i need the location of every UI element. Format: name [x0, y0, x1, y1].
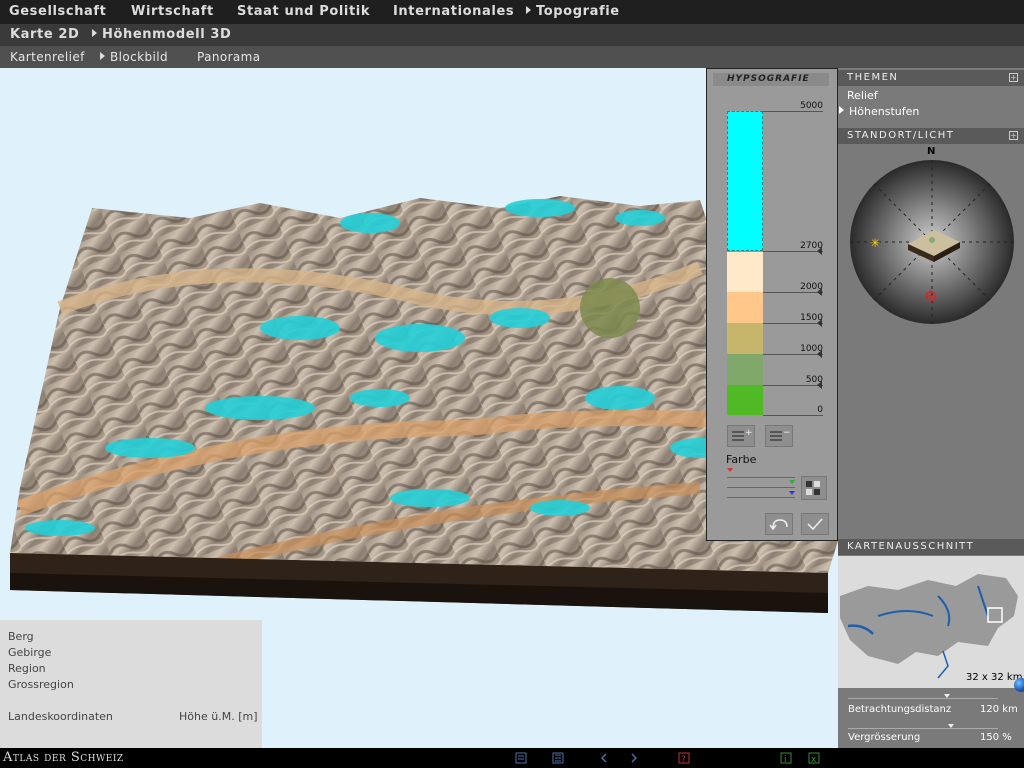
- color-band-1500-1000[interactable]: [727, 323, 763, 354]
- back-icon[interactable]: [598, 752, 610, 764]
- info-landeskoordinaten: Landeskoordinaten: [8, 710, 113, 723]
- color-slider-3[interactable]: [727, 497, 795, 498]
- expand-standort-icon[interactable]: +: [1009, 131, 1018, 140]
- level-handle-icon[interactable]: [817, 350, 822, 358]
- themen-item-hoehenstufen[interactable]: Höhenstufen: [839, 105, 919, 118]
- tab-karte-2d[interactable]: Karte 2D: [10, 27, 79, 42]
- footer-bar: Atlas der Schweiz ? i x: [0, 748, 1024, 768]
- info-icon[interactable]: i: [780, 752, 792, 764]
- info-gebirge: Gebirge: [8, 646, 52, 659]
- menu-gesellschaft[interactable]: Gesellschaft: [9, 4, 107, 19]
- svg-text:+: +: [745, 428, 753, 438]
- globe-icon[interactable]: [1014, 678, 1024, 692]
- submenu: Karte 2D Höhenmodell 3D: [0, 24, 1024, 46]
- kartenausschnitt-header: KARTENAUSSCHNITT: [838, 539, 1024, 555]
- themen-item-relief[interactable]: Relief: [847, 89, 878, 102]
- info-grossregion: Grossregion: [8, 678, 74, 691]
- info-berg: Berg: [8, 630, 34, 643]
- zoom-slider-track[interactable]: [848, 728, 998, 729]
- help-icon[interactable]: ?: [678, 752, 690, 764]
- expand-themen-icon[interactable]: +: [1009, 73, 1018, 82]
- menu-topografie[interactable]: Topografie: [526, 4, 620, 19]
- level-line: [763, 354, 823, 355]
- info-hoehe: Höhe ü.M. [m]: [179, 710, 258, 723]
- menu-wirtschaft[interactable]: Wirtschaft: [131, 4, 214, 19]
- view-mode-bar: Kartenrelief Blockbild Panorama: [0, 46, 1024, 68]
- right-sidebar: THEMEN + Relief Höhenstufen STANDORT/LIC…: [838, 68, 1024, 748]
- level-handle-icon[interactable]: [817, 319, 822, 327]
- svg-text:i: i: [784, 755, 787, 764]
- themen-header: THEMEN +: [838, 70, 1024, 86]
- tab-hoehenmodell-3d[interactable]: Höhenmodell 3D: [92, 27, 231, 42]
- level-line: [763, 292, 823, 293]
- brand-logo: Atlas der Schweiz: [3, 750, 124, 765]
- active-arrow-icon: [92, 29, 97, 37]
- standort-header: STANDORT/LICHT +: [838, 128, 1024, 144]
- color-slider-1[interactable]: [727, 477, 795, 478]
- location-info-panel: Berg Gebirge Region Grossregion Landesko…: [0, 620, 262, 748]
- level-handle-icon[interactable]: [817, 247, 822, 255]
- zoom-label: Vergrösserung: [848, 732, 921, 743]
- color-band-2000-1500[interactable]: [727, 292, 763, 323]
- add-level-button[interactable]: +: [727, 425, 755, 447]
- level-0: 0: [817, 405, 823, 415]
- green-slider-icon[interactable]: [789, 480, 795, 484]
- farbe-label: Farbe: [726, 453, 757, 466]
- color-swatch-button[interactable]: [801, 476, 827, 500]
- color-marker-icon: [727, 468, 733, 472]
- zoom-value: 150 %: [980, 732, 1012, 743]
- viewpoint-marker-icon[interactable]: [925, 290, 937, 302]
- overview-map[interactable]: 32 x 32 km: [838, 556, 1024, 688]
- check-icon: [807, 518, 823, 531]
- menu-internationales[interactable]: Internationales: [393, 4, 514, 19]
- level-line: [763, 385, 823, 386]
- menu-staat-und-politik[interactable]: Staat und Politik: [237, 4, 370, 19]
- active-arrow-icon: [526, 6, 531, 14]
- forward-icon[interactable]: [628, 752, 640, 764]
- level-handle-icon[interactable]: [817, 288, 822, 296]
- tab-panorama[interactable]: Panorama: [197, 50, 261, 64]
- north-label: N: [927, 146, 936, 157]
- zoom-slider-handle-icon[interactable]: [948, 724, 954, 728]
- remove-level-button[interactable]: −: [765, 425, 793, 447]
- level-line: [763, 415, 823, 416]
- hypsografie-title: HYPSOGRAFIE: [713, 73, 829, 86]
- main-menu: Gesellschaft Wirtschaft Staat und Politi…: [0, 0, 1024, 24]
- level-5000: 5000: [800, 101, 823, 111]
- info-region: Region: [8, 662, 46, 675]
- close-icon[interactable]: x: [808, 752, 820, 764]
- color-band-2700-2000[interactable]: [727, 252, 763, 292]
- distance-value: 120 km: [980, 704, 1018, 715]
- tab-kartenrelief[interactable]: Kartenrelief: [10, 50, 85, 64]
- list-icon[interactable]: [552, 752, 564, 764]
- active-arrow-icon: [839, 106, 844, 114]
- apply-button[interactable]: [801, 513, 829, 535]
- color-band-1000-500[interactable]: [727, 354, 763, 385]
- level-handle-icon[interactable]: [817, 381, 822, 389]
- tab-blockbild[interactable]: Blockbild: [100, 50, 168, 64]
- blue-slider-icon[interactable]: [789, 491, 795, 495]
- switzerland-map-image: [840, 574, 1018, 679]
- distance-slider-track[interactable]: [848, 698, 998, 699]
- color-band-5000-2700[interactable]: [727, 111, 763, 251]
- color-slider-2[interactable]: [727, 487, 795, 488]
- svg-text:?: ?: [681, 755, 686, 764]
- active-arrow-icon: [100, 52, 105, 60]
- level-line: [763, 323, 823, 324]
- svg-text:−: −: [783, 428, 791, 438]
- remove-level-icon: −: [770, 428, 791, 441]
- svg-text:x: x: [811, 755, 817, 764]
- undo-icon: [769, 519, 788, 531]
- legend-icon[interactable]: [515, 752, 527, 764]
- level-line: [763, 251, 823, 252]
- palette-icon: [806, 481, 820, 495]
- level-line: [763, 111, 823, 112]
- undo-button[interactable]: [765, 513, 793, 535]
- add-level-icon: +: [732, 428, 753, 441]
- sun-light-icon[interactable]: ✳: [870, 236, 880, 250]
- hypsografie-panel: HYPSOGRAFIE 5000 2700 2000 1500 1000 500…: [706, 68, 838, 541]
- color-band-500-0[interactable]: [727, 385, 763, 415]
- distance-slider-handle-icon[interactable]: [944, 694, 950, 698]
- distance-label: Betrachtungsdistanz: [848, 704, 952, 715]
